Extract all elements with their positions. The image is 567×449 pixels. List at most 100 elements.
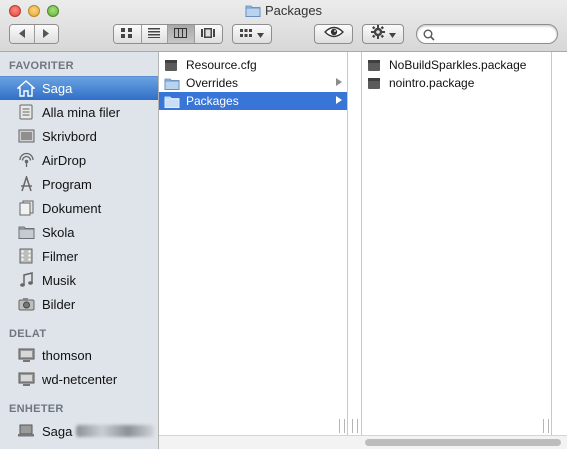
back-forward-control xyxy=(9,24,59,44)
column-resize-handle[interactable] xyxy=(352,419,358,433)
column-resize-handle[interactable] xyxy=(543,419,549,433)
sidebar-item-label: AirDrop xyxy=(42,152,87,168)
sidebar-item-music[interactable]: Musik xyxy=(0,268,158,292)
forward-arrow-icon xyxy=(42,25,50,43)
quick-look-button[interactable] xyxy=(314,24,353,44)
folder-icon xyxy=(245,4,261,20)
cover-flow-view-button[interactable] xyxy=(194,25,222,43)
icon-view-icon xyxy=(121,25,133,43)
cover-flow-icon xyxy=(201,25,216,43)
sidebar-item-label: Musik xyxy=(42,272,76,288)
column-resize-handle[interactable] xyxy=(339,419,345,433)
section-header-favorites: FAVORITER xyxy=(9,60,74,72)
window-title-text: Packages xyxy=(264,3,323,18)
folder-row[interactable]: Overrides xyxy=(159,74,347,92)
file-icon xyxy=(164,58,180,72)
camera-icon xyxy=(17,295,35,313)
desktop-icon xyxy=(17,127,35,145)
sidebar-item-label: thomson xyxy=(42,347,92,363)
sidebar-item-label: Saga xyxy=(42,81,73,96)
toolbar: Packages xyxy=(0,0,567,52)
forward-button[interactable] xyxy=(34,25,58,43)
sidebar-item-label: Filmer xyxy=(42,248,79,264)
all-files-icon xyxy=(17,103,35,121)
back-button[interactable] xyxy=(10,25,35,43)
package-icon xyxy=(367,76,383,90)
arrange-grid-icon xyxy=(240,25,252,43)
column-view-button[interactable] xyxy=(168,25,195,43)
package-icon xyxy=(367,58,383,72)
documents-icon xyxy=(17,199,35,217)
laptop-icon xyxy=(17,422,35,440)
folder-row-selected[interactable]: Packages xyxy=(159,92,347,110)
finder-window: Packages FAVORITER Saga Alla mina filer … xyxy=(0,0,567,449)
sidebar: FAVORITER Saga Alla mina filer Skrivbord… xyxy=(0,52,159,449)
file-name: NoBuildSparkles.package xyxy=(389,58,527,72)
sidebar-item-label: Dokument xyxy=(42,200,102,216)
gear-icon xyxy=(370,24,385,44)
folder-icon xyxy=(17,223,35,241)
browser-column-2: NoBuildSparkles.package nointro.package xyxy=(362,52,552,435)
window-title: Packages xyxy=(0,3,567,20)
section-header-shared: DELAT xyxy=(9,328,47,340)
section-header-devices: ENHETER xyxy=(9,403,64,415)
sidebar-item-label: Program xyxy=(42,176,92,192)
redacted-device-name xyxy=(76,425,155,437)
chevron-down-icon xyxy=(257,25,264,43)
sidebar-item-airdrop[interactable]: AirDrop xyxy=(0,148,158,172)
sidebar-item-wd-netcenter[interactable]: wd-netcenter xyxy=(0,367,158,391)
list-view-icon xyxy=(148,25,161,43)
sidebar-item-label: Skola xyxy=(42,224,75,240)
chevron-down-icon xyxy=(388,25,396,43)
sidebar-item-label: Saga xyxy=(42,423,73,439)
sidebar-item-label: wd-netcenter xyxy=(42,371,118,387)
folder-icon xyxy=(164,76,180,90)
browser-column-1: Resource.cfg Overrides Packages xyxy=(159,52,348,435)
column-view-icon xyxy=(174,25,188,43)
sidebar-item-thomson[interactable]: thomson xyxy=(0,343,158,367)
file-row[interactable]: NoBuildSparkles.package xyxy=(362,56,551,74)
sidebar-item-saga[interactable]: Saga xyxy=(0,76,158,100)
sidebar-item-label: Bilder xyxy=(42,296,76,312)
back-arrow-icon xyxy=(18,25,26,43)
airdrop-icon xyxy=(17,151,35,169)
disclosure-arrow-icon xyxy=(336,78,342,86)
sidebar-item-device-saga[interactable]: Saga xyxy=(0,419,158,443)
movies-icon xyxy=(17,247,35,265)
sidebar-item-label: Skrivbord xyxy=(42,128,97,144)
search-icon xyxy=(423,28,435,46)
sidebar-item-skola[interactable]: Skola xyxy=(0,220,158,244)
arrange-button[interactable] xyxy=(232,24,272,44)
folder-name: Overrides xyxy=(186,76,239,90)
browser-column-empty xyxy=(552,52,567,435)
music-icon xyxy=(17,271,35,289)
sidebar-item-movies[interactable]: Filmer xyxy=(0,244,158,268)
disclosure-arrow-icon xyxy=(336,96,342,104)
folder-icon xyxy=(164,94,180,108)
column-gap xyxy=(348,52,362,435)
file-name: Resource.cfg xyxy=(186,58,257,72)
applications-icon xyxy=(17,175,35,193)
search-field[interactable] xyxy=(416,24,558,44)
sidebar-item-documents[interactable]: Dokument xyxy=(0,196,158,220)
sidebar-item-applications[interactable]: Program xyxy=(0,172,158,196)
horizontal-scrollbar[interactable] xyxy=(159,435,567,449)
file-row[interactable]: Resource.cfg xyxy=(159,56,347,74)
computer-icon xyxy=(17,346,35,364)
file-row[interactable]: nointro.package xyxy=(362,74,551,92)
action-button[interactable] xyxy=(362,24,404,44)
scrollbar-thumb[interactable] xyxy=(365,439,561,446)
folder-name: Packages xyxy=(186,94,239,108)
eye-icon xyxy=(323,25,344,43)
view-mode-control xyxy=(113,24,223,44)
sidebar-item-pictures[interactable]: Bilder xyxy=(0,292,158,316)
search-input[interactable] xyxy=(439,26,553,44)
sidebar-item-desktop[interactable]: Skrivbord xyxy=(0,124,158,148)
computer-icon xyxy=(17,370,35,388)
list-view-button[interactable] xyxy=(141,25,169,43)
sidebar-item-all-files[interactable]: Alla mina filer xyxy=(0,100,158,124)
file-name: nointro.package xyxy=(389,76,475,90)
home-icon xyxy=(17,80,35,98)
icon-view-button[interactable] xyxy=(114,25,142,43)
sidebar-item-label: Alla mina filer xyxy=(42,104,121,120)
